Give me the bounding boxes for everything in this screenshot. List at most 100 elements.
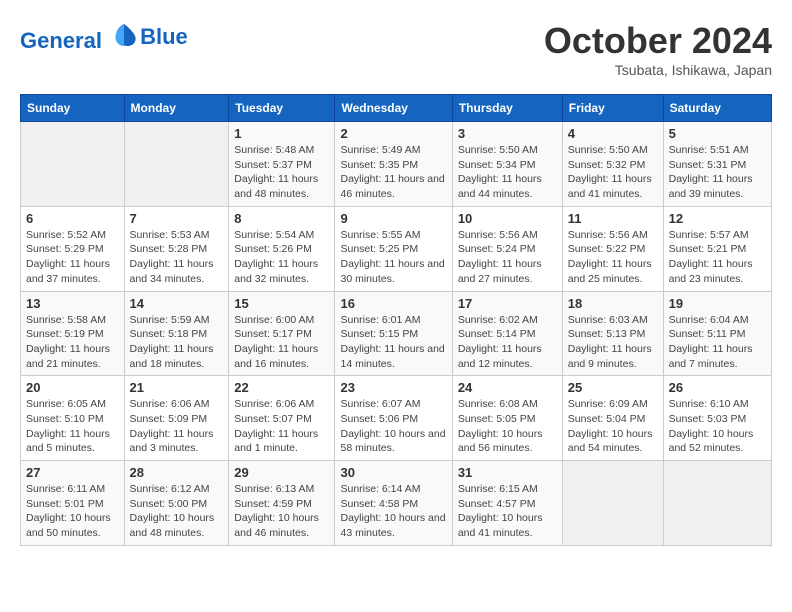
day-cell: 4 Sunrise: 5:50 AM Sunset: 5:32 PM Daylig… — [562, 122, 663, 207]
logo: General Blue — [20, 20, 188, 53]
day-cell: 21 Sunrise: 6:06 AM Sunset: 5:09 PM Dayli… — [124, 376, 229, 461]
day-number: 22 — [234, 380, 329, 395]
day-number: 26 — [669, 380, 766, 395]
day-info: Sunrise: 6:14 AM Sunset: 4:58 PM Dayligh… — [340, 482, 446, 541]
week-row-2: 6 Sunrise: 5:52 AM Sunset: 5:29 PM Daylig… — [21, 206, 772, 291]
day-number: 28 — [130, 465, 224, 480]
day-info: Sunrise: 6:07 AM Sunset: 5:06 PM Dayligh… — [340, 397, 446, 456]
week-row-4: 20Sunrise: 6:05 AM Sunset: 5:10 PM Dayli… — [21, 376, 772, 461]
weekday-header-row: SundayMondayTuesdayWednesdayThursdayFrid… — [21, 95, 772, 122]
day-number: 21 — [130, 380, 224, 395]
day-number: 11 — [568, 211, 658, 226]
day-number: 27 — [26, 465, 119, 480]
day-cell: 28 Sunrise: 6:12 AM Sunset: 5:00 PM Dayli… — [124, 461, 229, 546]
day-cell: 26 Sunrise: 6:10 AM Sunset: 5:03 PM Dayli… — [663, 376, 771, 461]
day-number: 10 — [458, 211, 557, 226]
day-number: 17 — [458, 296, 557, 311]
day-info: Sunrise: 5:55 AM Sunset: 5:25 PM Dayligh… — [340, 228, 446, 287]
day-cell: 31 Sunrise: 6:15 AM Sunset: 4:57 PM Dayli… — [452, 461, 562, 546]
logo-text: General — [20, 20, 138, 53]
day-cell — [124, 122, 229, 207]
day-cell: 1Sunrise: 5:48 AM Sunset: 5:37 PM Daylig… — [229, 122, 335, 207]
day-number: 25 — [568, 380, 658, 395]
day-cell: 20Sunrise: 6:05 AM Sunset: 5:10 PM Dayli… — [21, 376, 125, 461]
day-info: Sunrise: 5:52 AM Sunset: 5:29 PM Dayligh… — [26, 228, 119, 287]
day-info: Sunrise: 6:13 AM Sunset: 4:59 PM Dayligh… — [234, 482, 329, 541]
day-info: Sunrise: 5:50 AM Sunset: 5:32 PM Dayligh… — [568, 143, 658, 202]
day-info: Sunrise: 5:56 AM Sunset: 5:24 PM Dayligh… — [458, 228, 557, 287]
day-info: Sunrise: 5:57 AM Sunset: 5:21 PM Dayligh… — [669, 228, 766, 287]
day-info: Sunrise: 6:01 AM Sunset: 5:15 PM Dayligh… — [340, 313, 446, 372]
day-cell: 8 Sunrise: 5:54 AM Sunset: 5:26 PM Daylig… — [229, 206, 335, 291]
day-cell: 29Sunrise: 6:13 AM Sunset: 4:59 PM Dayli… — [229, 461, 335, 546]
day-number: 12 — [669, 211, 766, 226]
day-cell: 17Sunrise: 6:02 AM Sunset: 5:14 PM Dayli… — [452, 291, 562, 376]
day-number: 3 — [458, 126, 557, 141]
location: Tsubata, Ishikawa, Japan — [544, 62, 772, 78]
day-cell: 9 Sunrise: 5:55 AM Sunset: 5:25 PM Daylig… — [335, 206, 452, 291]
day-number: 15 — [234, 296, 329, 311]
day-info: Sunrise: 5:53 AM Sunset: 5:28 PM Dayligh… — [130, 228, 224, 287]
day-info: Sunrise: 6:08 AM Sunset: 5:05 PM Dayligh… — [458, 397, 557, 456]
day-info: Sunrise: 5:58 AM Sunset: 5:19 PM Dayligh… — [26, 313, 119, 372]
day-info: Sunrise: 5:54 AM Sunset: 5:26 PM Dayligh… — [234, 228, 329, 287]
day-cell: 11Sunrise: 5:56 AM Sunset: 5:22 PM Dayli… — [562, 206, 663, 291]
day-info: Sunrise: 6:03 AM Sunset: 5:13 PM Dayligh… — [568, 313, 658, 372]
month-title: October 2024 — [544, 20, 772, 62]
day-number: 2 — [340, 126, 446, 141]
day-info: Sunrise: 6:00 AM Sunset: 5:17 PM Dayligh… — [234, 313, 329, 372]
weekday-header-tuesday: Tuesday — [229, 95, 335, 122]
day-info: Sunrise: 6:06 AM Sunset: 5:07 PM Dayligh… — [234, 397, 329, 456]
day-cell: 30Sunrise: 6:14 AM Sunset: 4:58 PM Dayli… — [335, 461, 452, 546]
calendar-table: SundayMondayTuesdayWednesdayThursdayFrid… — [20, 94, 772, 546]
day-cell: 7Sunrise: 5:53 AM Sunset: 5:28 PM Daylig… — [124, 206, 229, 291]
day-number: 8 — [234, 211, 329, 226]
day-cell: 23Sunrise: 6:07 AM Sunset: 5:06 PM Dayli… — [335, 376, 452, 461]
day-cell: 22 Sunrise: 6:06 AM Sunset: 5:07 PM Dayli… — [229, 376, 335, 461]
day-cell: 25 Sunrise: 6:09 AM Sunset: 5:04 PM Dayli… — [562, 376, 663, 461]
title-block: October 2024 Tsubata, Ishikawa, Japan — [544, 20, 772, 78]
weekday-header-saturday: Saturday — [663, 95, 771, 122]
day-cell: 2 Sunrise: 5:49 AM Sunset: 5:35 PM Daylig… — [335, 122, 452, 207]
day-number: 13 — [26, 296, 119, 311]
day-number: 6 — [26, 211, 119, 226]
day-cell: 5Sunrise: 5:51 AM Sunset: 5:31 PM Daylig… — [663, 122, 771, 207]
day-number: 20 — [26, 380, 119, 395]
day-cell: 15 Sunrise: 6:00 AM Sunset: 5:17 PM Dayli… — [229, 291, 335, 376]
day-info: Sunrise: 6:15 AM Sunset: 4:57 PM Dayligh… — [458, 482, 557, 541]
day-info: Sunrise: 5:51 AM Sunset: 5:31 PM Dayligh… — [669, 143, 766, 202]
day-number: 14 — [130, 296, 224, 311]
page-header: General Blue October 2024 Tsubata, Ishik… — [20, 20, 772, 78]
day-number: 18 — [568, 296, 658, 311]
day-number: 16 — [340, 296, 446, 311]
day-number: 4 — [568, 126, 658, 141]
day-cell — [663, 461, 771, 546]
day-info: Sunrise: 6:10 AM Sunset: 5:03 PM Dayligh… — [669, 397, 766, 456]
day-info: Sunrise: 6:09 AM Sunset: 5:04 PM Dayligh… — [568, 397, 658, 456]
day-number: 1 — [234, 126, 329, 141]
day-info: Sunrise: 6:12 AM Sunset: 5:00 PM Dayligh… — [130, 482, 224, 541]
day-cell: 14 Sunrise: 5:59 AM Sunset: 5:18 PM Dayli… — [124, 291, 229, 376]
day-cell — [21, 122, 125, 207]
week-row-5: 27Sunrise: 6:11 AM Sunset: 5:01 PM Dayli… — [21, 461, 772, 546]
day-info: Sunrise: 5:59 AM Sunset: 5:18 PM Dayligh… — [130, 313, 224, 372]
day-cell: 18 Sunrise: 6:03 AM Sunset: 5:13 PM Dayli… — [562, 291, 663, 376]
day-cell: 27Sunrise: 6:11 AM Sunset: 5:01 PM Dayli… — [21, 461, 125, 546]
day-info: Sunrise: 6:06 AM Sunset: 5:09 PM Dayligh… — [130, 397, 224, 456]
weekday-header-friday: Friday — [562, 95, 663, 122]
day-number: 19 — [669, 296, 766, 311]
day-number: 31 — [458, 465, 557, 480]
day-info: Sunrise: 6:04 AM Sunset: 5:11 PM Dayligh… — [669, 313, 766, 372]
day-info: Sunrise: 5:50 AM Sunset: 5:34 PM Dayligh… — [458, 143, 557, 202]
day-cell: 10 Sunrise: 5:56 AM Sunset: 5:24 PM Dayli… — [452, 206, 562, 291]
week-row-3: 13 Sunrise: 5:58 AM Sunset: 5:19 PM Dayli… — [21, 291, 772, 376]
day-cell: 12 Sunrise: 5:57 AM Sunset: 5:21 PM Dayli… — [663, 206, 771, 291]
weekday-header-wednesday: Wednesday — [335, 95, 452, 122]
week-row-1: 1Sunrise: 5:48 AM Sunset: 5:37 PM Daylig… — [21, 122, 772, 207]
day-cell: 13 Sunrise: 5:58 AM Sunset: 5:19 PM Dayli… — [21, 291, 125, 376]
weekday-header-thursday: Thursday — [452, 95, 562, 122]
day-number: 9 — [340, 211, 446, 226]
logo-icon — [110, 20, 138, 48]
day-info: Sunrise: 5:49 AM Sunset: 5:35 PM Dayligh… — [340, 143, 446, 202]
day-number: 24 — [458, 380, 557, 395]
